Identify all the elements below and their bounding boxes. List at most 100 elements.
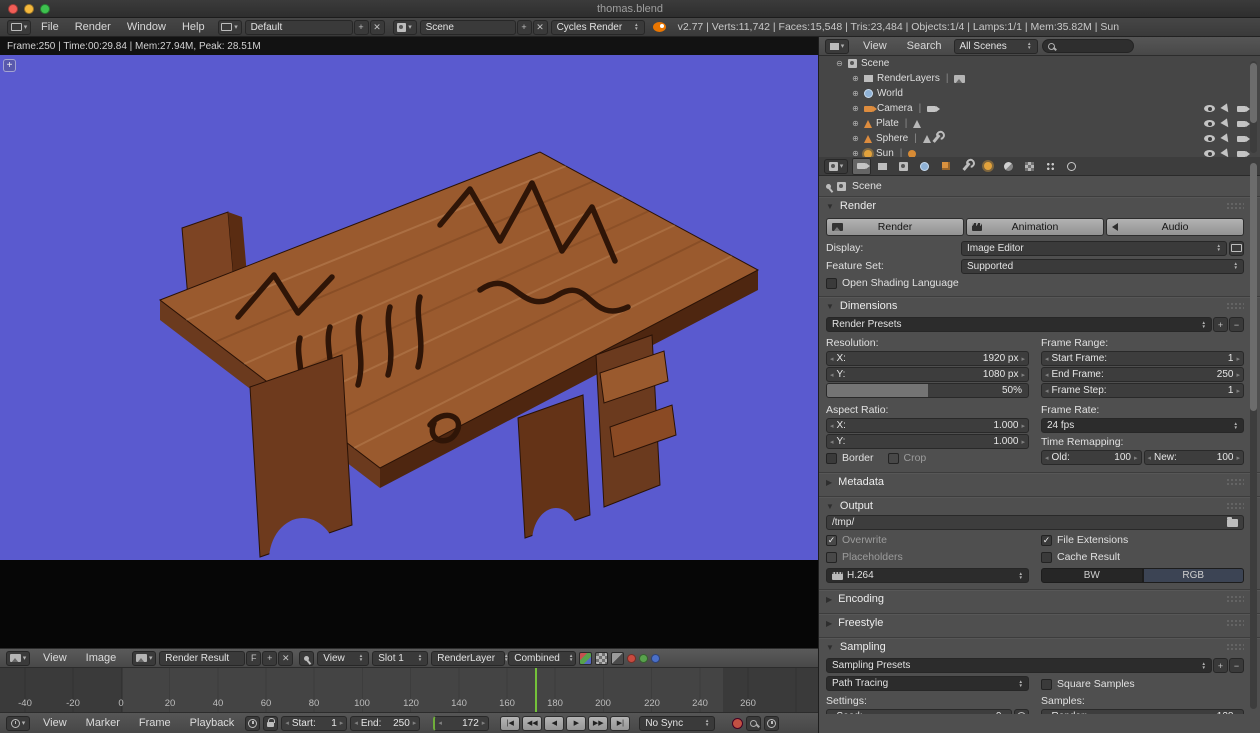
pin-image-button[interactable] [299,650,315,666]
tab-particles[interactable] [1041,158,1060,175]
add-preset-button[interactable]: + [1213,317,1228,332]
image-editor-type-button[interactable]: ▾ [6,650,30,666]
expand-region-button[interactable]: + [3,59,16,72]
render-layer-dropdown[interactable]: RenderLayer ▲ ▼ [431,650,509,666]
folder-icon[interactable] [1227,516,1238,527]
renderability-camera-icon[interactable] [1237,135,1250,142]
remap-old-field[interactable]: ◂ Old: 100 ▸ [1041,450,1142,465]
resolution-y-field[interactable]: ◂ Y: 1080 px ▸ [826,367,1029,382]
timeline-playhead[interactable] [535,668,537,712]
tab-modifiers[interactable] [957,158,976,175]
prev-keyframe-button[interactable]: ◀◀ [522,715,543,731]
dimensions-panel-header[interactable]: ▼ Dimensions [826,297,1244,315]
z-buffer-icon[interactable] [611,651,625,665]
image-image-menu[interactable]: Image [78,649,125,667]
output-path-field[interactable]: /tmp/ [826,515,1244,530]
collapse-icon[interactable]: ⊖ [835,59,844,68]
timeline-view-menu[interactable]: View [35,713,75,733]
outliner-item-scene[interactable]: ⊖ Scene [819,56,1260,71]
placeholders-checkbox[interactable] [826,551,837,563]
keying-set-button[interactable] [746,715,762,731]
sync-mode-dropdown[interactable]: No Sync ▲ ▼ [639,715,716,731]
outliner-search-input[interactable] [1041,39,1134,53]
animation-button[interactable]: Animation [966,218,1104,236]
keyframe-insert-button[interactable] [764,715,780,731]
outliner-view-menu[interactable]: View [855,37,895,55]
outliner-editor-type-button[interactable]: ▾ [825,38,849,54]
selectability-cursor-icon[interactable] [1220,132,1232,145]
tab-texture[interactable] [1020,158,1039,175]
aspect-y-field[interactable]: ◂ Y: 1.000 ▸ [826,434,1029,449]
timeline-marker-menu[interactable]: Marker [78,713,128,733]
visibility-eye-icon[interactable] [1204,135,1215,142]
render-result-viewport[interactable]: + [0,55,818,560]
timeline-playback-menu[interactable]: Playback [182,713,243,733]
scrollbar-thumb[interactable] [1250,63,1257,123]
new-image-button[interactable]: + [262,650,278,666]
file-format-dropdown[interactable]: H.264 ▲ ▼ [826,568,1029,583]
aspect-x-field[interactable]: ◂ X: 1.000 ▸ [826,418,1029,433]
add-layout-button[interactable]: + [353,19,369,35]
fake-user-button[interactable]: F [246,650,262,666]
play-reverse-button[interactable]: ◀ [544,715,565,731]
output-panel-header[interactable]: ▼ Output [826,497,1244,515]
start-frame-field[interactable]: ◂ Start: 1 ▸ [281,715,348,731]
jump-to-end-button[interactable]: ▶| [610,715,631,731]
menu-file[interactable]: File [33,18,67,36]
properties-editor-type-button[interactable]: ▾ [824,158,848,174]
frame-rate-dropdown[interactable]: 24 fps ▲ ▼ [1041,418,1244,433]
layout-name-field[interactable]: Default [244,19,353,35]
timeline-editor-type-button[interactable]: ▾ [6,715,30,731]
render-panel-header[interactable]: ▼ Render [826,197,1244,215]
lock-time-button[interactable] [263,715,279,731]
timeline-ruler[interactable]: -40 -20 0 20 40 60 80 100 120 140 160 18… [0,668,818,712]
jump-to-start-button[interactable]: |◀ [500,715,521,731]
renderability-camera-icon[interactable] [1237,120,1250,127]
seed-field[interactable]: ◂Seed:0▸ [826,709,1012,714]
preview-range-button[interactable] [245,715,261,731]
expand-icon[interactable]: ⊕ [851,74,860,83]
image-view-menu[interactable]: View [35,649,75,667]
feature-set-dropdown[interactable]: Supported ▲ ▼ [961,258,1244,274]
current-frame-field[interactable]: ◂ 172 ▸ [433,715,490,731]
red-channel-icon[interactable] [627,653,637,663]
tab-material[interactable] [999,158,1018,175]
green-channel-icon[interactable] [639,653,649,663]
audio-button[interactable]: Audio [1106,218,1244,236]
timeline-frame-menu[interactable]: Frame [131,713,179,733]
properties-scrollbar[interactable] [1250,161,1257,709]
tab-object[interactable] [936,158,955,175]
render-pass-dropdown[interactable]: Combined ▲ ▼ [508,650,577,666]
end-frame-field[interactable]: ◂ End: 250 ▸ [350,715,421,731]
tab-render[interactable] [852,157,871,175]
browse-layout-button[interactable]: ▾ [217,19,242,35]
tab-object-data[interactable] [978,158,997,175]
remap-new-field[interactable]: ◂ New: 100 ▸ [1143,450,1244,465]
scene-name-field[interactable]: Scene [419,19,516,35]
color-management-icon[interactable] [579,651,593,665]
expand-icon[interactable]: ⊕ [851,89,860,98]
add-scene-button[interactable]: + [516,19,532,35]
remove-preset-button[interactable]: − [1229,317,1244,332]
cache-result-checkbox[interactable] [1041,551,1052,563]
visibility-eye-icon[interactable] [1204,105,1215,112]
outliner-item-camera[interactable]: ⊕ Camera | [819,101,1260,116]
bw-toggle[interactable]: BW [1041,568,1143,583]
delete-layout-button[interactable]: ✕ [369,19,385,35]
unlink-image-button[interactable]: ✕ [278,650,294,666]
animate-seed-button[interactable] [1014,709,1029,714]
overwrite-checkbox[interactable] [826,534,837,546]
render-button[interactable]: Render [826,218,964,236]
sampling-panel-header[interactable]: ▼ Sampling [826,638,1244,656]
render-engine-dropdown[interactable]: Cycles Render ▲ ▼ [550,19,645,35]
outliner-scrollbar[interactable] [1250,61,1257,153]
integrator-dropdown[interactable]: Path Tracing ▲ ▼ [826,676,1029,691]
image-name-field[interactable]: Render Result [159,650,246,666]
selectability-cursor-icon[interactable] [1220,117,1232,130]
rgb-toggle[interactable]: RGB [1142,568,1244,583]
next-keyframe-button[interactable]: ▶▶ [588,715,609,731]
outliner-item-world[interactable]: ⊕ World [819,86,1260,101]
menu-help[interactable]: Help [174,18,213,36]
menu-window[interactable]: Window [119,18,174,36]
border-checkbox[interactable] [826,452,837,464]
